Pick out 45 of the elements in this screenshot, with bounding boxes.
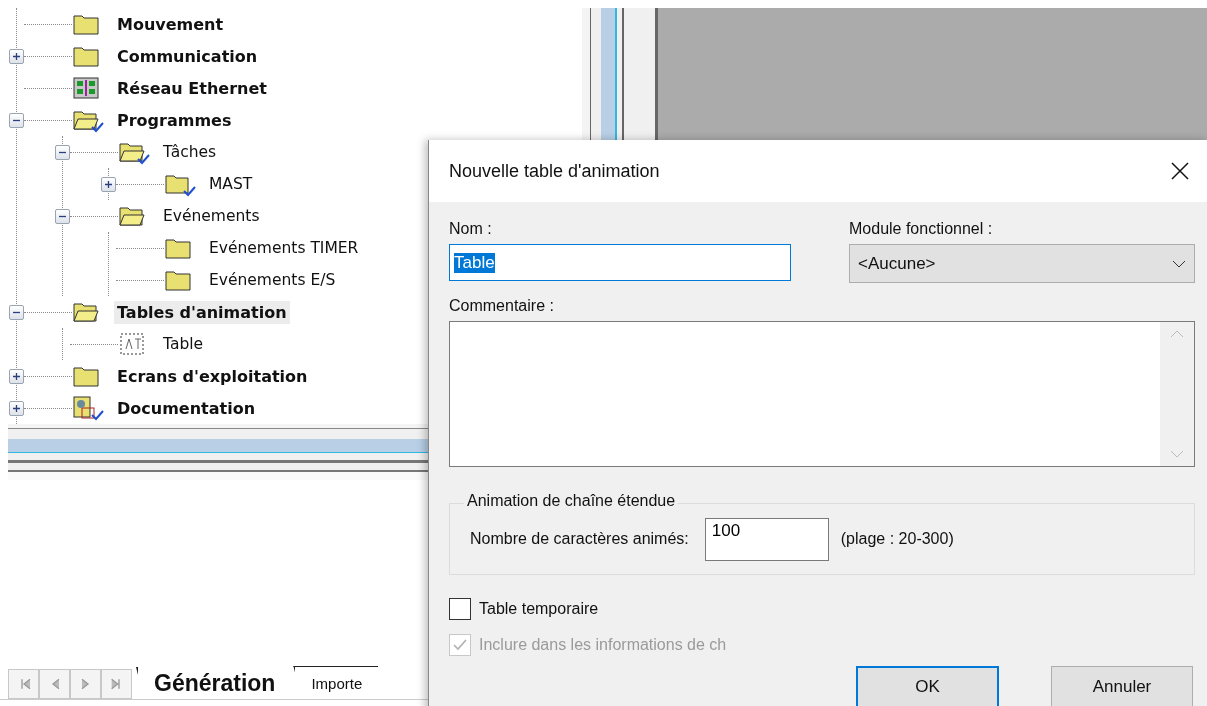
tree-item[interactable]: Mouvement [114, 12, 227, 36]
document-check-icon [72, 395, 106, 421]
plus-icon [104, 179, 113, 189]
field-label: Nom : [449, 220, 493, 238]
comment-field[interactable] [449, 321, 1195, 467]
plus-icon [12, 51, 21, 61]
network-icon [72, 75, 102, 101]
checkmark-icon [452, 637, 468, 653]
tree-item[interactable]: Table [160, 333, 207, 355]
cancel-button[interactable]: Annuler [1051, 666, 1193, 706]
tree-item[interactable]: Evénements TIMER [206, 237, 362, 259]
tree-item[interactable]: Tâches [160, 141, 220, 163]
tree-item[interactable]: Ecrans d'exploitation [114, 364, 311, 388]
ok-button[interactable]: OK [856, 666, 999, 706]
expand-button[interactable] [9, 368, 24, 384]
tree-item[interactable]: Réseau Ethernet [114, 76, 270, 100]
field-label: Module fonctionnel : [849, 220, 994, 238]
name-field[interactable]: Table [449, 244, 791, 281]
number-field[interactable]: 100 [704, 517, 829, 561]
collapse-button[interactable] [9, 112, 24, 128]
tree-item[interactable]: Evénements E/S [206, 269, 339, 291]
collapse-button[interactable] [55, 208, 70, 224]
tree-item[interactable]: Communication [114, 44, 261, 68]
expand-button[interactable] [9, 400, 24, 416]
tree-item[interactable]: Documentation [114, 396, 259, 420]
range-hint: (plage : 20-300) [840, 530, 954, 548]
plus-icon [12, 371, 21, 381]
tree-item[interactable]: Evénements [160, 205, 263, 227]
tree-item[interactable]: Tables d'animation [114, 300, 290, 324]
chevron-down-icon [1172, 259, 1186, 268]
close-icon [1170, 161, 1190, 181]
checkbox-label: Inclure dans les informations de ch [479, 636, 727, 654]
plus-icon [12, 403, 21, 413]
field-label: Nombre de caractères animés: [470, 530, 689, 548]
checkbox[interactable] [449, 598, 471, 620]
expand-button[interactable] [9, 48, 24, 64]
module-dropdown[interactable]: <Aucune> [849, 244, 1195, 283]
collapse-button[interactable] [9, 304, 24, 320]
expand-button[interactable] [101, 176, 116, 192]
tree-item[interactable]: MAST [206, 173, 256, 195]
tree-item[interactable]: Programmes [114, 108, 235, 132]
dialog-title: Nouvelle table d'animation [449, 160, 660, 182]
field-label: Commentaire : [449, 297, 554, 314]
checkbox-label: Table temporaire [479, 600, 599, 618]
collapse-button[interactable] [55, 144, 70, 160]
